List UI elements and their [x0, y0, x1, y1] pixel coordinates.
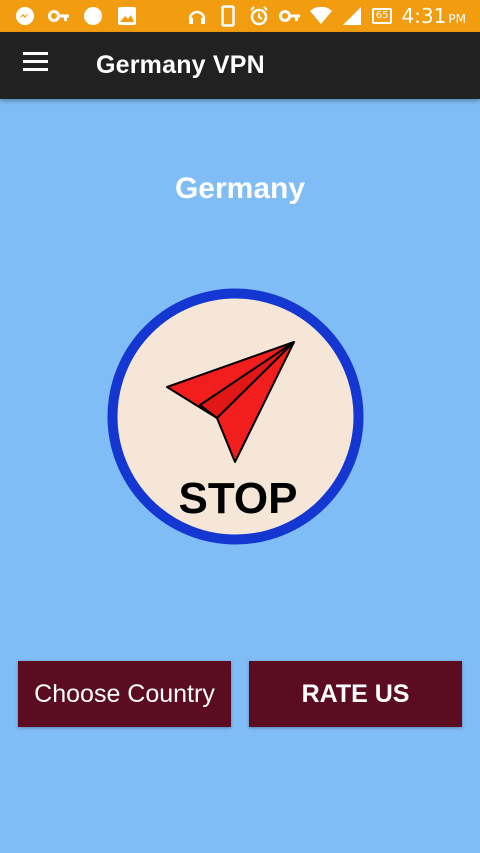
- vpn-key-icon: [278, 5, 301, 27]
- vpn-toggle-button[interactable]: STOP: [107, 287, 364, 546]
- status-clock: 4:31 PM: [401, 4, 466, 28]
- stop-label: STOP: [178, 474, 297, 523]
- rate-us-button[interactable]: RATE US: [249, 661, 462, 727]
- app-title: Germany VPN: [96, 51, 265, 79]
- messenger-icon: [14, 5, 36, 27]
- phone-icon: [217, 5, 239, 27]
- image-icon: [116, 5, 138, 27]
- vpn-key-icon: [48, 5, 70, 27]
- headset-icon: [186, 5, 208, 27]
- battery-indicator: 65: [371, 8, 393, 24]
- country-title: Germany: [174, 172, 306, 205]
- hamburger-menu-icon[interactable]: [22, 52, 52, 80]
- status-bar: 65 4:31 PM: [0, 0, 480, 32]
- signal-icon: [341, 5, 363, 27]
- alarm-icon: [248, 5, 270, 27]
- wifi-icon: [309, 5, 332, 27]
- circle-icon: [82, 5, 104, 27]
- app-bar: Germany VPN: [0, 32, 480, 99]
- choose-country-button[interactable]: Choose Country: [18, 661, 231, 727]
